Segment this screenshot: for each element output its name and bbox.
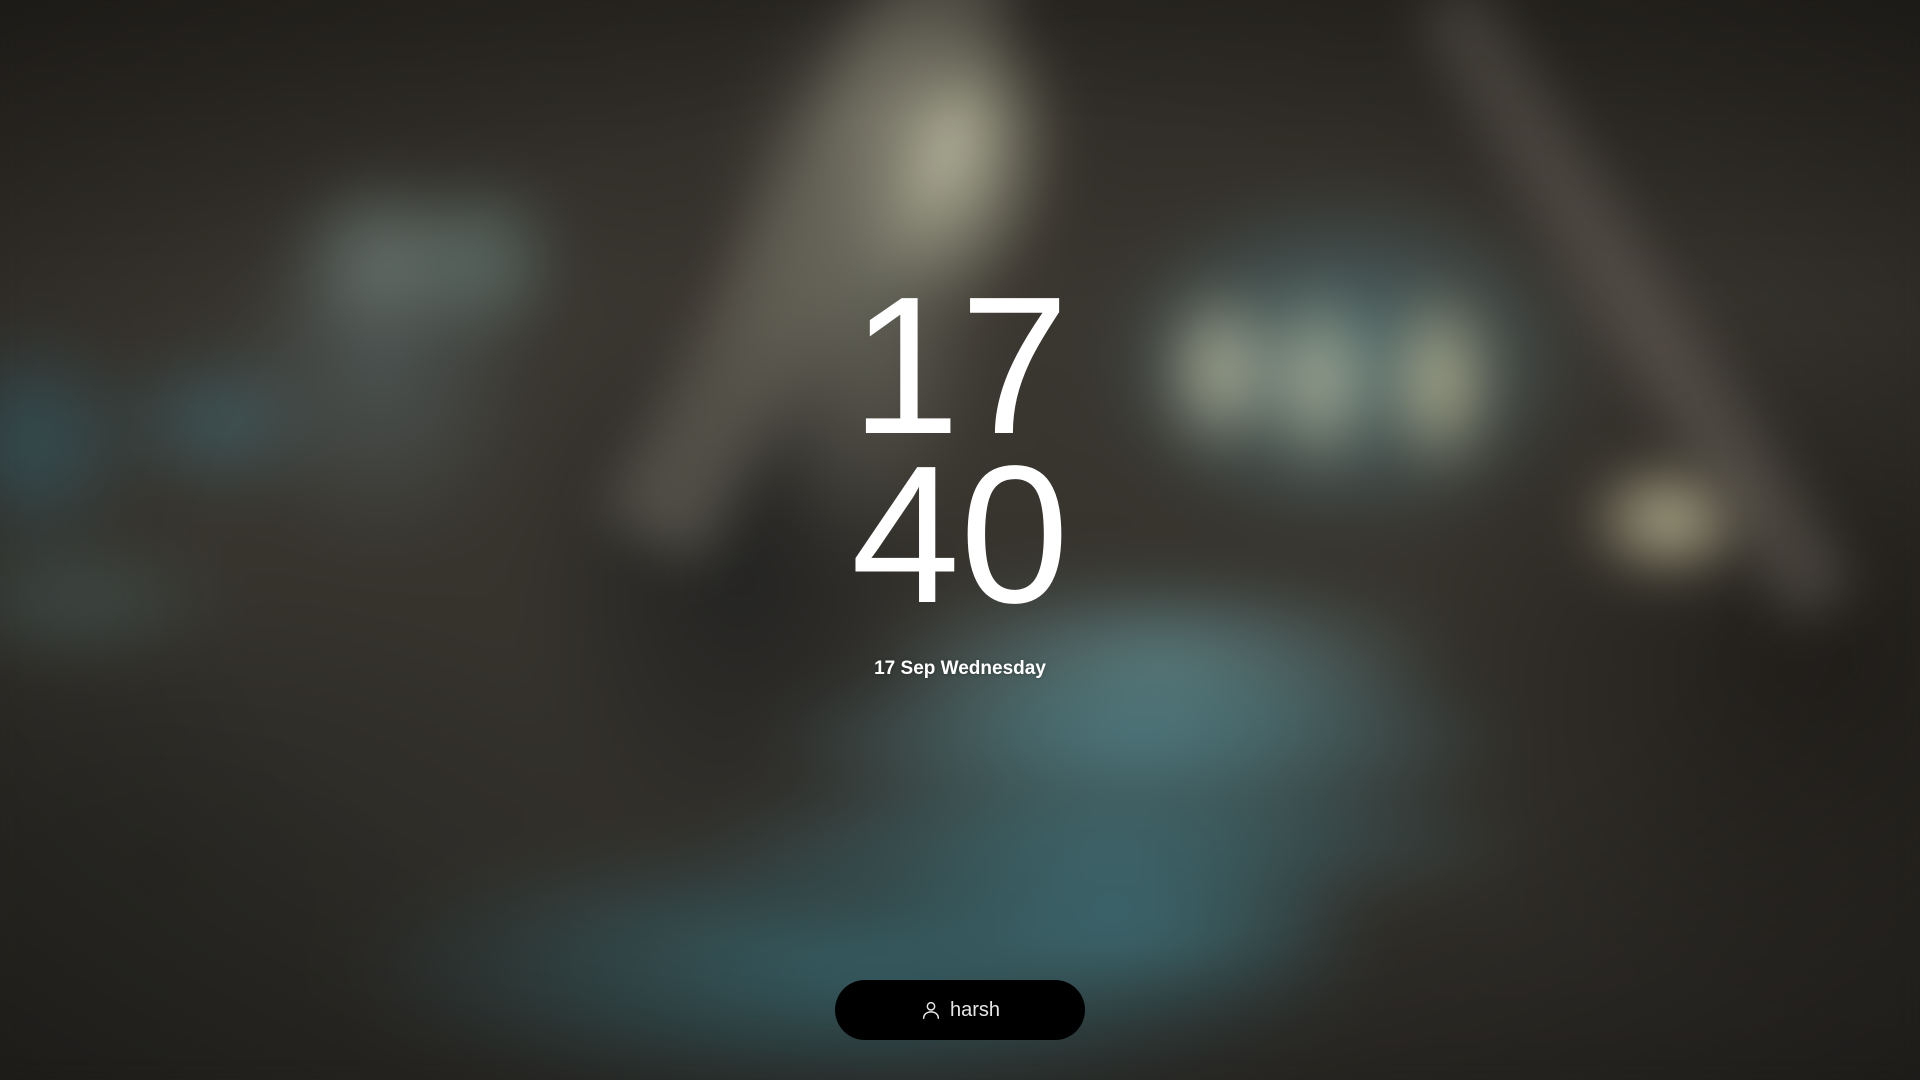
user-icon (920, 999, 942, 1021)
clock-date: 17 Sep Wednesday (874, 658, 1046, 679)
clock-minutes: 40 (850, 425, 1069, 644)
user-name: harsh (949, 999, 1001, 1021)
lock-screen: 17 40 17 Sep Wednesday harsh (0, 0, 1920, 1080)
user-login-button[interactable]: harsh (835, 980, 1085, 1040)
